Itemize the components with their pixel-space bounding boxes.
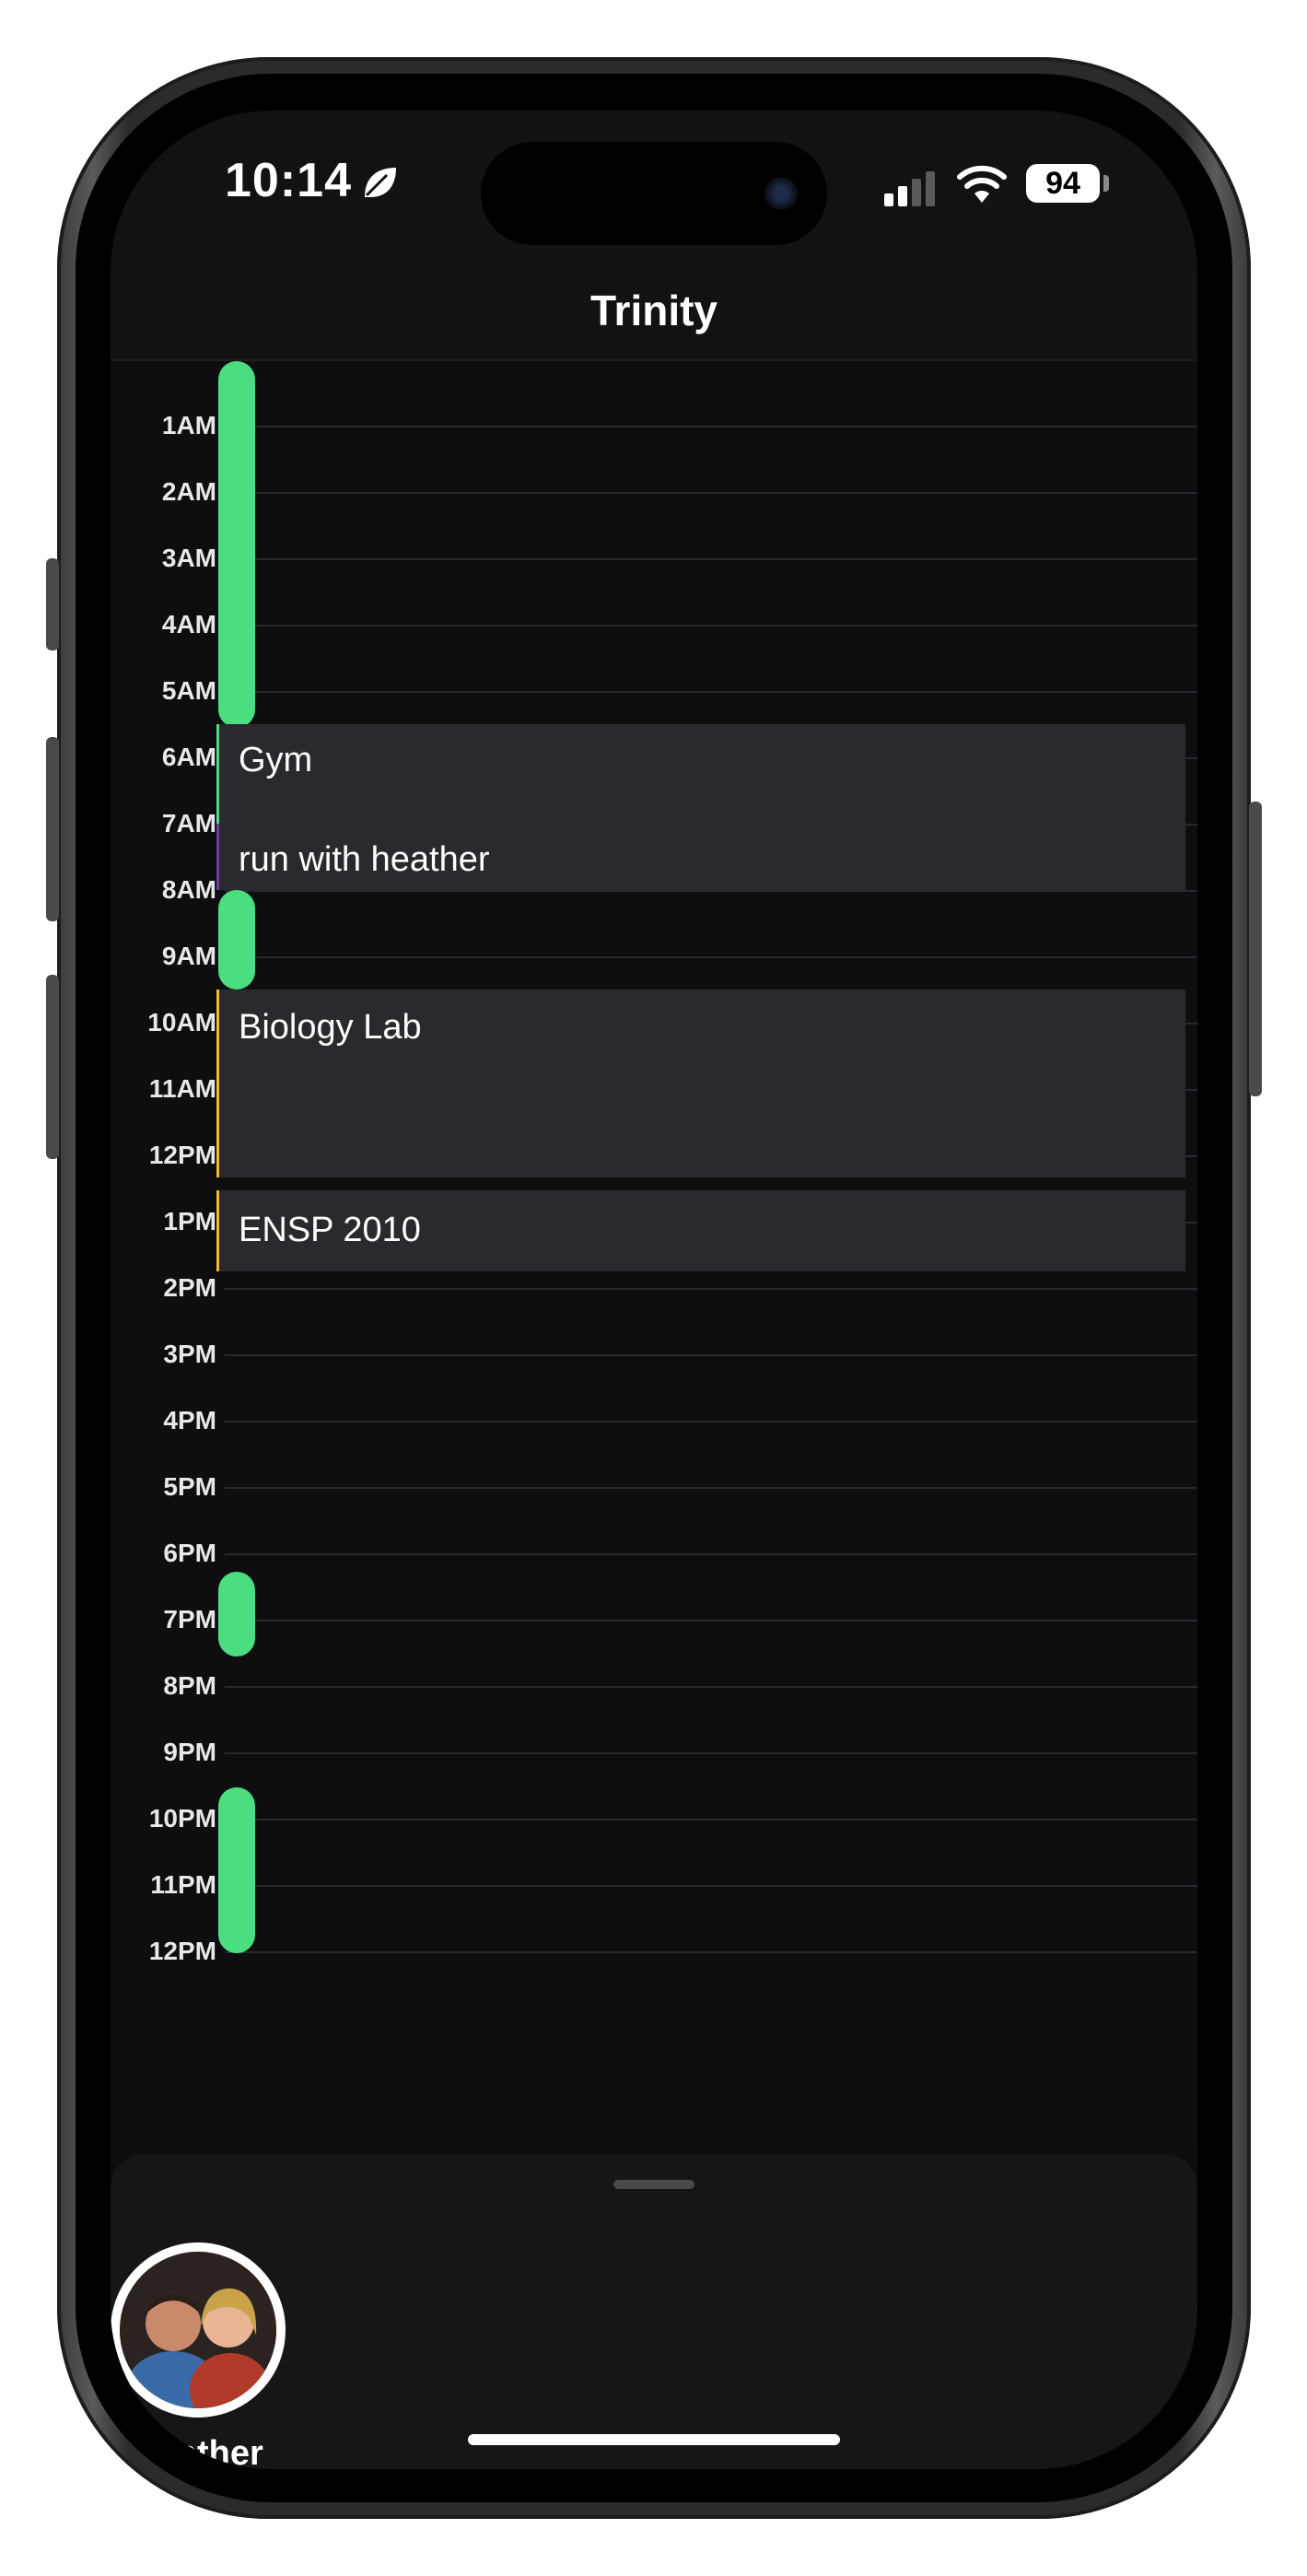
hour-line — [225, 1487, 1197, 1489]
event-title: run with heather — [239, 840, 490, 879]
hour-line — [225, 426, 1197, 427]
wifi-icon — [957, 165, 1007, 203]
screen: 10:14 94 Trinity 1AM 2AM 3AM 4AM 5AM 6AM… — [111, 111, 1197, 2469]
action-button — [46, 558, 59, 650]
hour-label: 3AM — [161, 544, 216, 572]
hour-row: 9PM — [111, 1738, 1197, 1766]
hour-row: 12PM — [111, 1937, 1197, 1965]
hour-line — [225, 1752, 1197, 1754]
hour-label: 8AM — [161, 875, 216, 904]
status-time: 10:14 — [225, 154, 352, 207]
friend-name: Heather — [133, 2434, 263, 2469]
free-time-block[interactable] — [218, 361, 255, 728]
hour-label: 7PM — [163, 1605, 216, 1633]
hour-row: 2PM — [111, 1273, 1197, 1302]
event-title: Gym — [239, 741, 313, 779]
hour-line — [225, 1553, 1197, 1555]
status-bar: 10:14 94 — [111, 111, 1197, 267]
battery-icon: 94 — [1026, 164, 1100, 203]
avatar-photo — [120, 2252, 276, 2408]
free-time-block[interactable] — [218, 890, 255, 989]
hour-label: 1AM — [161, 411, 216, 439]
hour-line — [225, 1885, 1197, 1887]
free-time-block[interactable] — [218, 1572, 255, 1657]
hour-label: 4AM — [161, 610, 216, 638]
event-accent — [216, 824, 219, 890]
hour-row: 5PM — [111, 1472, 1197, 1501]
hour-label: 11PM — [150, 1870, 216, 1899]
hour-row: 10PM — [111, 1804, 1197, 1832]
friend-avatar[interactable] — [111, 2242, 286, 2418]
hour-label: 12PM — [148, 1141, 216, 1169]
hour-row: 1AM — [111, 411, 1197, 439]
hour-label: 9AM — [161, 942, 216, 970]
hour-label: 10AM — [147, 1008, 216, 1036]
volume-down-button — [46, 975, 59, 1159]
hour-label: 5AM — [161, 676, 216, 705]
dynamic-island — [481, 142, 827, 245]
timeline[interactable]: 1AM 2AM 3AM 4AM 5AM 6AM 7AM 8AM 9AM 10AM… — [111, 361, 1197, 2149]
camera-icon — [764, 177, 798, 210]
hour-label: 6PM — [163, 1539, 216, 1567]
hour-row: 11PM — [111, 1870, 1197, 1899]
volume-up-button — [46, 737, 59, 921]
hour-row: 7PM — [111, 1605, 1197, 1633]
hour-label: 12PM — [148, 1937, 216, 1965]
battery-tip — [1103, 175, 1109, 192]
hour-line — [225, 1354, 1197, 1356]
friends-sheet[interactable]: Heather — [111, 2154, 1197, 2469]
hour-row: 4AM — [111, 610, 1197, 638]
hour-row: 3AM — [111, 544, 1197, 572]
hour-line — [225, 1951, 1197, 1953]
hour-label: 3PM — [163, 1340, 216, 1368]
hour-row: 8AM — [111, 875, 1197, 904]
hour-row: 4PM — [111, 1406, 1197, 1434]
home-indicator[interactable] — [468, 2434, 840, 2445]
event-block[interactable]: ENSP 2010 — [216, 1190, 1185, 1271]
power-button — [1249, 802, 1262, 1096]
avatar-image — [120, 2252, 276, 2408]
hour-row: 3PM — [111, 1340, 1197, 1368]
event-block[interactable]: Biology Lab — [216, 989, 1185, 1177]
hour-label: 10PM — [148, 1804, 216, 1832]
header: Trinity — [111, 267, 1197, 361]
hour-line — [225, 890, 1197, 892]
hour-row: 5AM — [111, 676, 1197, 705]
leaf-icon — [365, 168, 396, 197]
event-accent — [216, 989, 219, 1177]
page-title: Trinity — [589, 287, 718, 334]
hour-label: 1PM — [163, 1207, 216, 1235]
hour-label: 2PM — [163, 1273, 216, 1302]
hour-label: 9PM — [163, 1738, 216, 1766]
event-title: Biology Lab — [239, 1008, 422, 1047]
event-accent — [216, 1190, 219, 1271]
hour-label: 6AM — [161, 743, 216, 771]
hour-row: 9AM — [111, 942, 1197, 970]
hour-line — [225, 691, 1197, 693]
hour-line — [225, 1288, 1197, 1290]
free-time-block[interactable] — [218, 1787, 255, 1953]
hour-label: 2AM — [161, 477, 216, 506]
hour-label: 4PM — [163, 1406, 216, 1434]
event-title: ENSP 2010 — [239, 1211, 421, 1249]
hour-label: 8PM — [163, 1671, 216, 1700]
signal-icon — [884, 171, 935, 206]
sheet-grabber[interactable] — [613, 2180, 694, 2189]
hour-line — [225, 492, 1197, 494]
hour-row: 6PM — [111, 1539, 1197, 1567]
hour-line — [225, 1686, 1197, 1688]
hour-line — [225, 1819, 1197, 1821]
hour-label: 11AM — [148, 1074, 216, 1103]
hour-line — [225, 558, 1197, 560]
hour-label: 5PM — [163, 1472, 216, 1501]
hour-row: 2AM — [111, 477, 1197, 506]
event-accent — [216, 724, 219, 824]
hour-line — [225, 1620, 1197, 1622]
hour-line — [225, 1421, 1197, 1423]
hour-label: 7AM — [161, 809, 216, 837]
hour-line — [225, 956, 1197, 958]
hour-row: 8PM — [111, 1671, 1197, 1700]
event-block[interactable]: Gym run with heather — [216, 724, 1185, 890]
hour-line — [225, 625, 1197, 626]
